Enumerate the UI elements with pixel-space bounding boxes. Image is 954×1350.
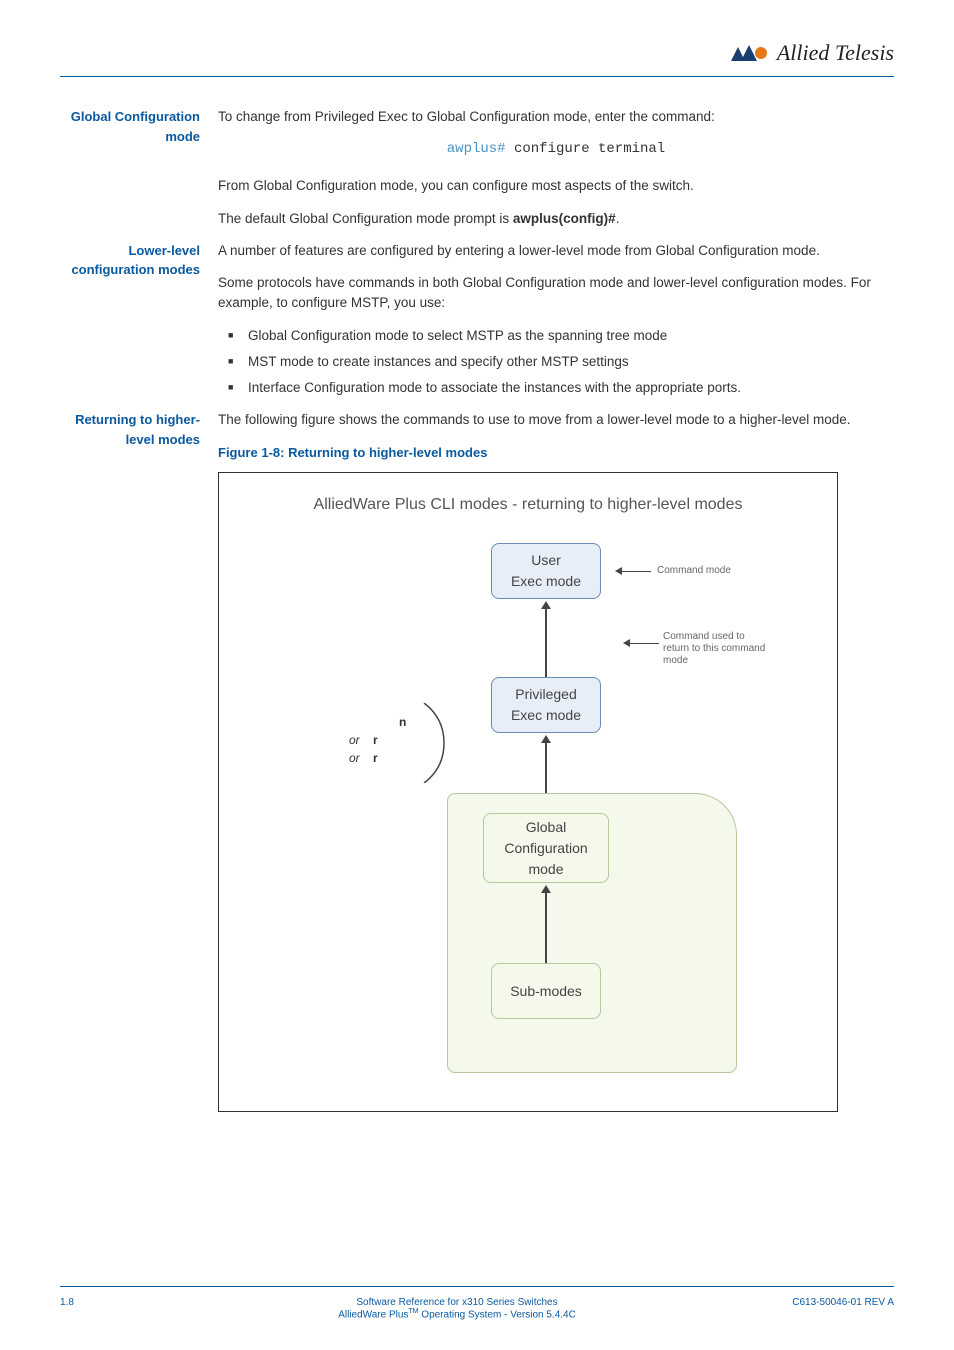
box-user-exec-line1: User <box>492 550 600 571</box>
footer-rule <box>60 1286 894 1287</box>
cmd-prompt: awplus# <box>447 141 506 157</box>
global-p3: The default Global Configuration mode pr… <box>218 209 894 229</box>
global-p2: From Global Configuration mode, you can … <box>218 176 894 196</box>
arrow-sub-to-global <box>545 891 547 963</box>
arrow-head-sub-to-global <box>541 885 551 893</box>
section-body-global: To change from Privileged Exec to Global… <box>218 107 894 241</box>
box-user-exec-line2: Exec mode <box>492 571 600 592</box>
label-r2: r <box>373 751 378 765</box>
arrow-head-priv-to-user <box>541 601 551 609</box>
logo-text: Allied Telesis <box>777 40 894 66</box>
diagram-title: AlliedWare Plus CLI modes - returning to… <box>219 493 837 517</box>
footer-line2-sup: TM <box>408 1308 418 1315</box>
box-priv-line2: Exec mode <box>492 705 600 726</box>
lower-p1: A number of features are configured by e… <box>218 241 894 261</box>
section-body-returning: The following figure shows the commands … <box>218 410 894 1112</box>
legend-text-2: Command used to return to this command m… <box>663 631 773 667</box>
figure-caption: Figure 1-8: Returning to higher-level mo… <box>218 443 894 463</box>
label-or2: or <box>349 751 360 765</box>
lower-p2: Some protocols have commands in both Glo… <box>218 273 894 314</box>
box-priv-line1: Privileged <box>492 684 600 705</box>
box-priv-exec: Privileged Exec mode <box>491 677 601 733</box>
label-r1: r <box>373 733 378 747</box>
command-block: awplus# configure terminal <box>218 139 894 160</box>
bullet-item: MST mode to create instances and specify… <box>228 352 894 372</box>
label-n: n <box>399 713 406 731</box>
box-global-line1: Global <box>484 817 608 838</box>
section-body-lower: A number of features are configured by e… <box>218 241 894 411</box>
footer-line2-post: Operating System - Version 5.4.4C <box>419 1309 576 1320</box>
label-or1: or <box>349 733 360 747</box>
bullet-item: Global Configuration mode to select MSTP… <box>228 326 894 346</box>
legend-text-1: Command mode <box>657 565 731 577</box>
footer-line2: AlliedWare PlusTM Operating System - Ver… <box>160 1308 754 1320</box>
footer-line2-pre: AlliedWare Plus <box>338 1309 408 1320</box>
box-global-line3: mode <box>484 859 608 880</box>
footer-center: Software Reference for x310 Series Switc… <box>160 1297 754 1320</box>
legend-line-2 <box>629 643 659 644</box>
bullet-item: Interface Configuration mode to associat… <box>228 378 894 398</box>
section-label-returning: Returning to higher-level modes <box>60 410 200 1112</box>
curve-bracket-icon <box>414 703 474 783</box>
footer-line1: Software Reference for x310 Series Switc… <box>160 1297 754 1308</box>
logo-icon <box>731 43 771 63</box>
legend-arrow-2 <box>623 639 630 647</box>
box-global-config: Global Configuration mode <box>483 813 609 883</box>
arrow-priv-to-user <box>545 607 547 677</box>
arrow-head-global-to-priv <box>541 735 551 743</box>
global-p3-post: . <box>616 211 620 226</box>
box-sub-text: Sub-modes <box>492 981 600 1002</box>
cmd-text: configure terminal <box>506 141 666 157</box>
footer-page-number: 1.8 <box>60 1297 160 1308</box>
box-global-line2: Configuration <box>484 838 608 859</box>
section-label-lower: Lower-level configuration modes <box>60 241 200 411</box>
legend-arrow-1 <box>615 567 622 575</box>
global-p3-bold: awplus(config)# <box>513 211 616 226</box>
box-user-exec: User Exec mode <box>491 543 601 599</box>
header-rule <box>60 76 894 77</box>
box-sub-modes: Sub-modes <box>491 963 601 1019</box>
footer-rev: C613-50046-01 REV A <box>754 1297 894 1308</box>
legend-line-1 <box>621 571 651 572</box>
returning-p1: The following figure shows the commands … <box>218 410 894 430</box>
section-label-global: Global Configuration mode <box>60 107 200 241</box>
brand-logo: Allied Telesis <box>731 40 894 66</box>
cli-modes-diagram: AlliedWare Plus CLI modes - returning to… <box>218 472 838 1112</box>
center-labels: n or r or r <box>349 713 406 767</box>
lower-bullets: Global Configuration mode to select MSTP… <box>228 326 894 399</box>
global-p3-pre: The default Global Configuration mode pr… <box>218 211 513 226</box>
page-footer: 1.8 Software Reference for x310 Series S… <box>60 1286 894 1320</box>
page-header: Allied Telesis <box>60 40 894 66</box>
global-p1: To change from Privileged Exec to Global… <box>218 107 894 127</box>
